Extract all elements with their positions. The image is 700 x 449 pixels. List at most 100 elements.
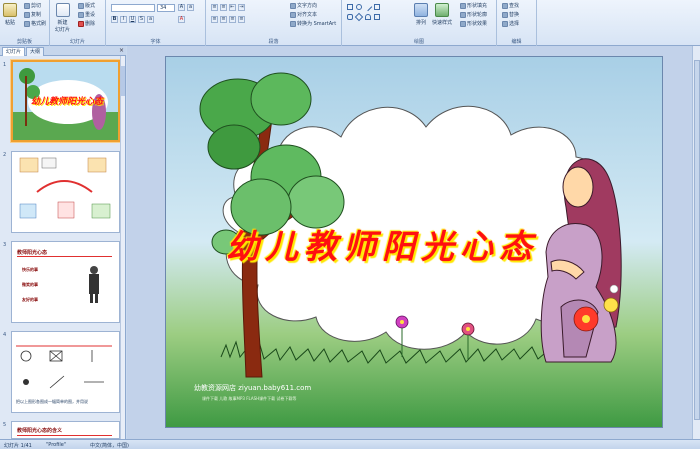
thumb-3-item: 快乐的事: [22, 267, 38, 272]
panel-tabs: 幻灯片 大纲 ×: [0, 46, 126, 56]
editor-scrollbar[interactable]: [692, 46, 700, 439]
thumb-1-title: 幼儿教师阳光心态: [31, 97, 104, 107]
arrange-icon: [414, 3, 428, 17]
ribbon: 粘贴 剪切 复制 格式刷 剪贴板 新建 幻灯片 版式 重设 删除 幻灯片 34 …: [0, 0, 700, 46]
smartart-icon: [290, 20, 296, 27]
font-size-box[interactable]: 34: [157, 4, 175, 12]
numbering-button[interactable]: ≡: [220, 4, 227, 11]
bold-button[interactable]: B: [111, 16, 118, 23]
text-direction-button[interactable]: 文字方向: [290, 2, 317, 9]
status-bar: 幻灯片 1/41 "Profile" 中文(简体，中国): [0, 439, 700, 449]
thumb-4-caption: 把以上图形各图成一幅简单的图，并用说: [16, 399, 88, 404]
slide-canvas[interactable]: 幼儿教师阳光心态 幼教资源网店 ziyuan.baby611.com 课件下载 …: [165, 56, 663, 428]
diamond-shape-icon[interactable]: [354, 12, 364, 22]
slide-editing-area: 幼儿教师阳光心态 幼教资源网店 ziyuan.baby611.com 课件下载 …: [127, 46, 700, 439]
shape-fill-button[interactable]: 形状填充: [460, 2, 487, 9]
find-button[interactable]: 查找: [502, 2, 519, 9]
line-shape-icon[interactable]: [363, 2, 373, 12]
increase-indent-button[interactable]: ⇥: [238, 4, 245, 11]
thumb-3-item: 微笑的事: [22, 282, 38, 287]
cut-button[interactable]: 剪切: [24, 2, 41, 9]
language-indicator[interactable]: 中文(简体，中国): [90, 442, 129, 449]
thumb-number: 3: [3, 242, 7, 248]
thumb-3-item: 友好的事: [22, 297, 38, 302]
replace-icon: [502, 11, 508, 18]
panel-scrollbar[interactable]: [120, 56, 125, 439]
new-slide-button[interactable]: 新建 幻灯片: [55, 3, 70, 33]
editor-scroll-thumb[interactable]: [694, 60, 700, 420]
bullets-button[interactable]: ≡: [211, 4, 218, 11]
textbox-shape-icon[interactable]: [374, 4, 380, 10]
quick-styles-button[interactable]: 快速样式: [432, 3, 452, 26]
smartart-button[interactable]: 转换为 SmartArt: [290, 20, 336, 27]
arc-shape-icon[interactable]: [365, 14, 371, 20]
slide-title[interactable]: 幼儿教师阳光心态: [226, 220, 626, 268]
align-center-button[interactable]: ≡: [220, 16, 227, 23]
grass: [220, 340, 557, 364]
outline-icon: [460, 11, 466, 18]
reset-button[interactable]: 重设: [78, 11, 95, 18]
slide-watermark-sub: 课件下载 儿歌 故事MP3 FLASH课件下载 试卷下载等: [202, 396, 297, 401]
paste-label: 粘贴: [4, 20, 15, 26]
close-icon[interactable]: ×: [119, 47, 124, 54]
delete-icon: [78, 20, 84, 27]
layout-button[interactable]: 版式: [78, 2, 95, 9]
align-left-button[interactable]: ≡: [211, 16, 218, 23]
slide-thumbnail-2[interactable]: [11, 151, 120, 233]
italic-button[interactable]: I: [120, 16, 127, 23]
quick-styles-icon: [435, 3, 449, 17]
tab-outline[interactable]: 大纲: [26, 47, 45, 56]
editing-group: 查找 替换 选择 编辑: [497, 0, 537, 46]
drawing-group: 排列 快速样式 形状填充 形状轮廓 形状效果 绘图: [342, 0, 497, 46]
decrease-indent-button[interactable]: ⇤: [229, 4, 236, 11]
shrink-font-button[interactable]: a: [187, 4, 194, 11]
arrange-button[interactable]: 排列: [414, 3, 428, 26]
format-painter-button[interactable]: 格式刷: [24, 20, 46, 27]
strikethrough-button[interactable]: a: [147, 16, 154, 23]
binoculars-icon: [502, 2, 508, 9]
align-text-button[interactable]: 对齐文本: [290, 11, 317, 18]
shadow-button[interactable]: S: [138, 16, 145, 23]
panel-scroll-thumb[interactable]: [121, 66, 125, 96]
font-name-box[interactable]: [111, 4, 155, 12]
align-right-button[interactable]: ≡: [229, 16, 236, 23]
shape-effects-button[interactable]: 形状效果: [460, 20, 487, 27]
delete-slide-button[interactable]: 删除: [78, 20, 95, 27]
font-group-label: 字体: [150, 39, 161, 45]
thumb-number: 5: [3, 422, 7, 428]
thumb-5-rule: [17, 435, 112, 436]
slide-thumbnail-5[interactable]: 教师阳光心态的含义: [11, 421, 120, 439]
scissors-icon: [24, 2, 30, 9]
slide-thumbnail-3[interactable]: 教师阳光心态 快乐的事 微笑的事 友好的事: [11, 241, 120, 323]
clipboard-group: 粘贴 剪切 复制 格式刷 剪贴板: [0, 0, 50, 46]
thumb-number: 4: [3, 332, 7, 338]
paragraph-group: ≡ ≡ ⇤ ⇥ ≡ ≡ ≡ ≡ 文字方向 对齐文本 转换为 SmartArt 段…: [206, 0, 342, 46]
justify-button[interactable]: ≡: [238, 16, 245, 23]
font-color-button[interactable]: A: [178, 16, 185, 23]
slide-count: 幻灯片 1/41: [4, 443, 32, 449]
grow-font-button[interactable]: A: [178, 4, 185, 11]
thumb-number: 2: [3, 152, 7, 158]
brush-icon: [24, 20, 30, 27]
replace-button[interactable]: 替换: [502, 11, 519, 18]
copy-button[interactable]: 复制: [24, 11, 41, 18]
slides-group-label: 幻灯片: [69, 39, 85, 45]
slide-watermark: 幼教资源网店 ziyuan.baby611.com: [194, 384, 312, 392]
fill-icon: [460, 2, 466, 9]
select-button[interactable]: 选择: [502, 20, 519, 27]
layout-icon: [78, 2, 84, 9]
slide-thumbnail-4[interactable]: 把以上图形各图成一幅简单的图，并用说: [11, 331, 120, 413]
oval-shape-icon[interactable]: [356, 4, 362, 10]
thumb-3-figure: [89, 266, 99, 303]
tab-slides[interactable]: 幻灯片: [2, 47, 26, 56]
paste-button[interactable]: 粘贴: [3, 3, 17, 26]
underline-button[interactable]: U: [129, 16, 136, 23]
clipboard-group-label: 剪贴板: [16, 39, 32, 45]
rectangle-shape-icon[interactable]: [347, 4, 353, 10]
star-shape-icon[interactable]: [374, 14, 380, 20]
paragraph-group-label: 段落: [268, 39, 279, 45]
rounded-rect-shape-icon[interactable]: [347, 14, 353, 20]
shape-outline-button[interactable]: 形状轮廓: [460, 11, 487, 18]
new-slide-label: 新建 幻灯片: [55, 20, 71, 33]
slide-thumbnail-1[interactable]: 幼儿教师阳光心态: [11, 60, 120, 142]
